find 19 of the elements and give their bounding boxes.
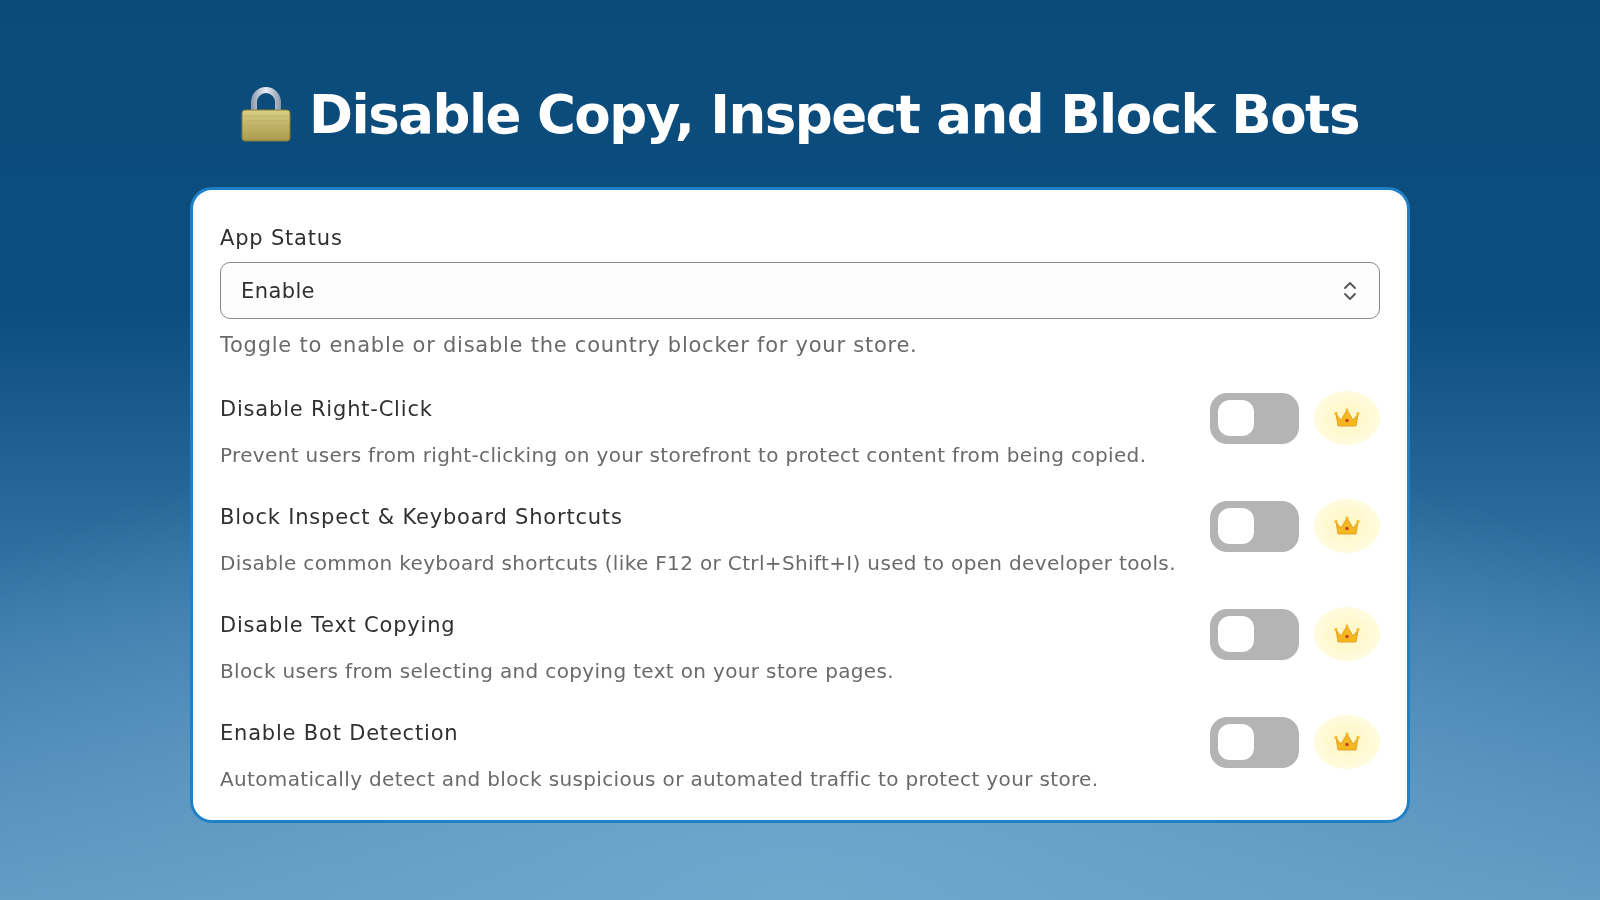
setting-description: Block users from selecting and copying text on your store pages. xyxy=(220,659,894,683)
chevron-up-down-icon xyxy=(1343,279,1357,302)
setting-title: Disable Right-Click xyxy=(220,397,434,421)
toggle-switch[interactable] xyxy=(1210,716,1299,768)
setting-description: Prevent users from right-clicking on your storefront to protect content from being copied. xyxy=(220,443,1147,467)
status-select[interactable]: Enable xyxy=(220,262,1380,319)
toggle-switch[interactable] xyxy=(1210,608,1299,660)
setting-title: Block Inspect & Keyboard Shortcuts xyxy=(220,505,624,529)
help-text: Toggle to enable or disable the country blocker for your store. xyxy=(220,333,919,357)
field-label: App Status xyxy=(220,226,344,250)
page-title: Disable Copy, Inspect and Block Bots xyxy=(309,83,1359,145)
setting-description: Disable common keyboard shortcuts (like F12 or Ctrl+Shift+I) used to open developer tools. xyxy=(220,551,1176,575)
setting-description: Automatically detect and block suspicious or automated traffic to protect your store. xyxy=(220,767,1099,791)
padlock-icon xyxy=(241,86,291,142)
toggle-switch[interactable] xyxy=(1210,392,1299,444)
select-value: Enable xyxy=(241,278,315,303)
setting-title: Disable Text Copying xyxy=(220,613,457,637)
toggle-switch[interactable] xyxy=(1210,500,1299,552)
setting-title: Enable Bot Detection xyxy=(220,721,460,745)
